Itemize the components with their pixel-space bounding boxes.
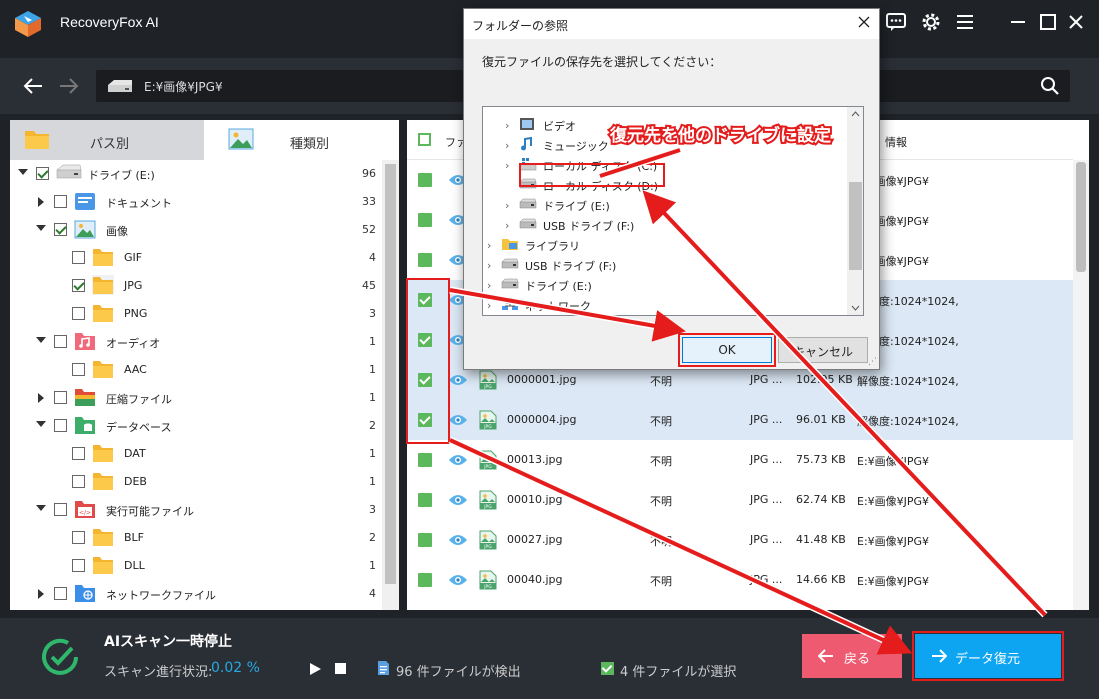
arrow-to-drive-d <box>642 190 1048 618</box>
arrow-to-ok <box>449 286 686 342</box>
arrow-label-to-drive <box>598 146 682 180</box>
arrow-to-recover <box>448 436 913 655</box>
annotation-arrows <box>448 146 1048 655</box>
